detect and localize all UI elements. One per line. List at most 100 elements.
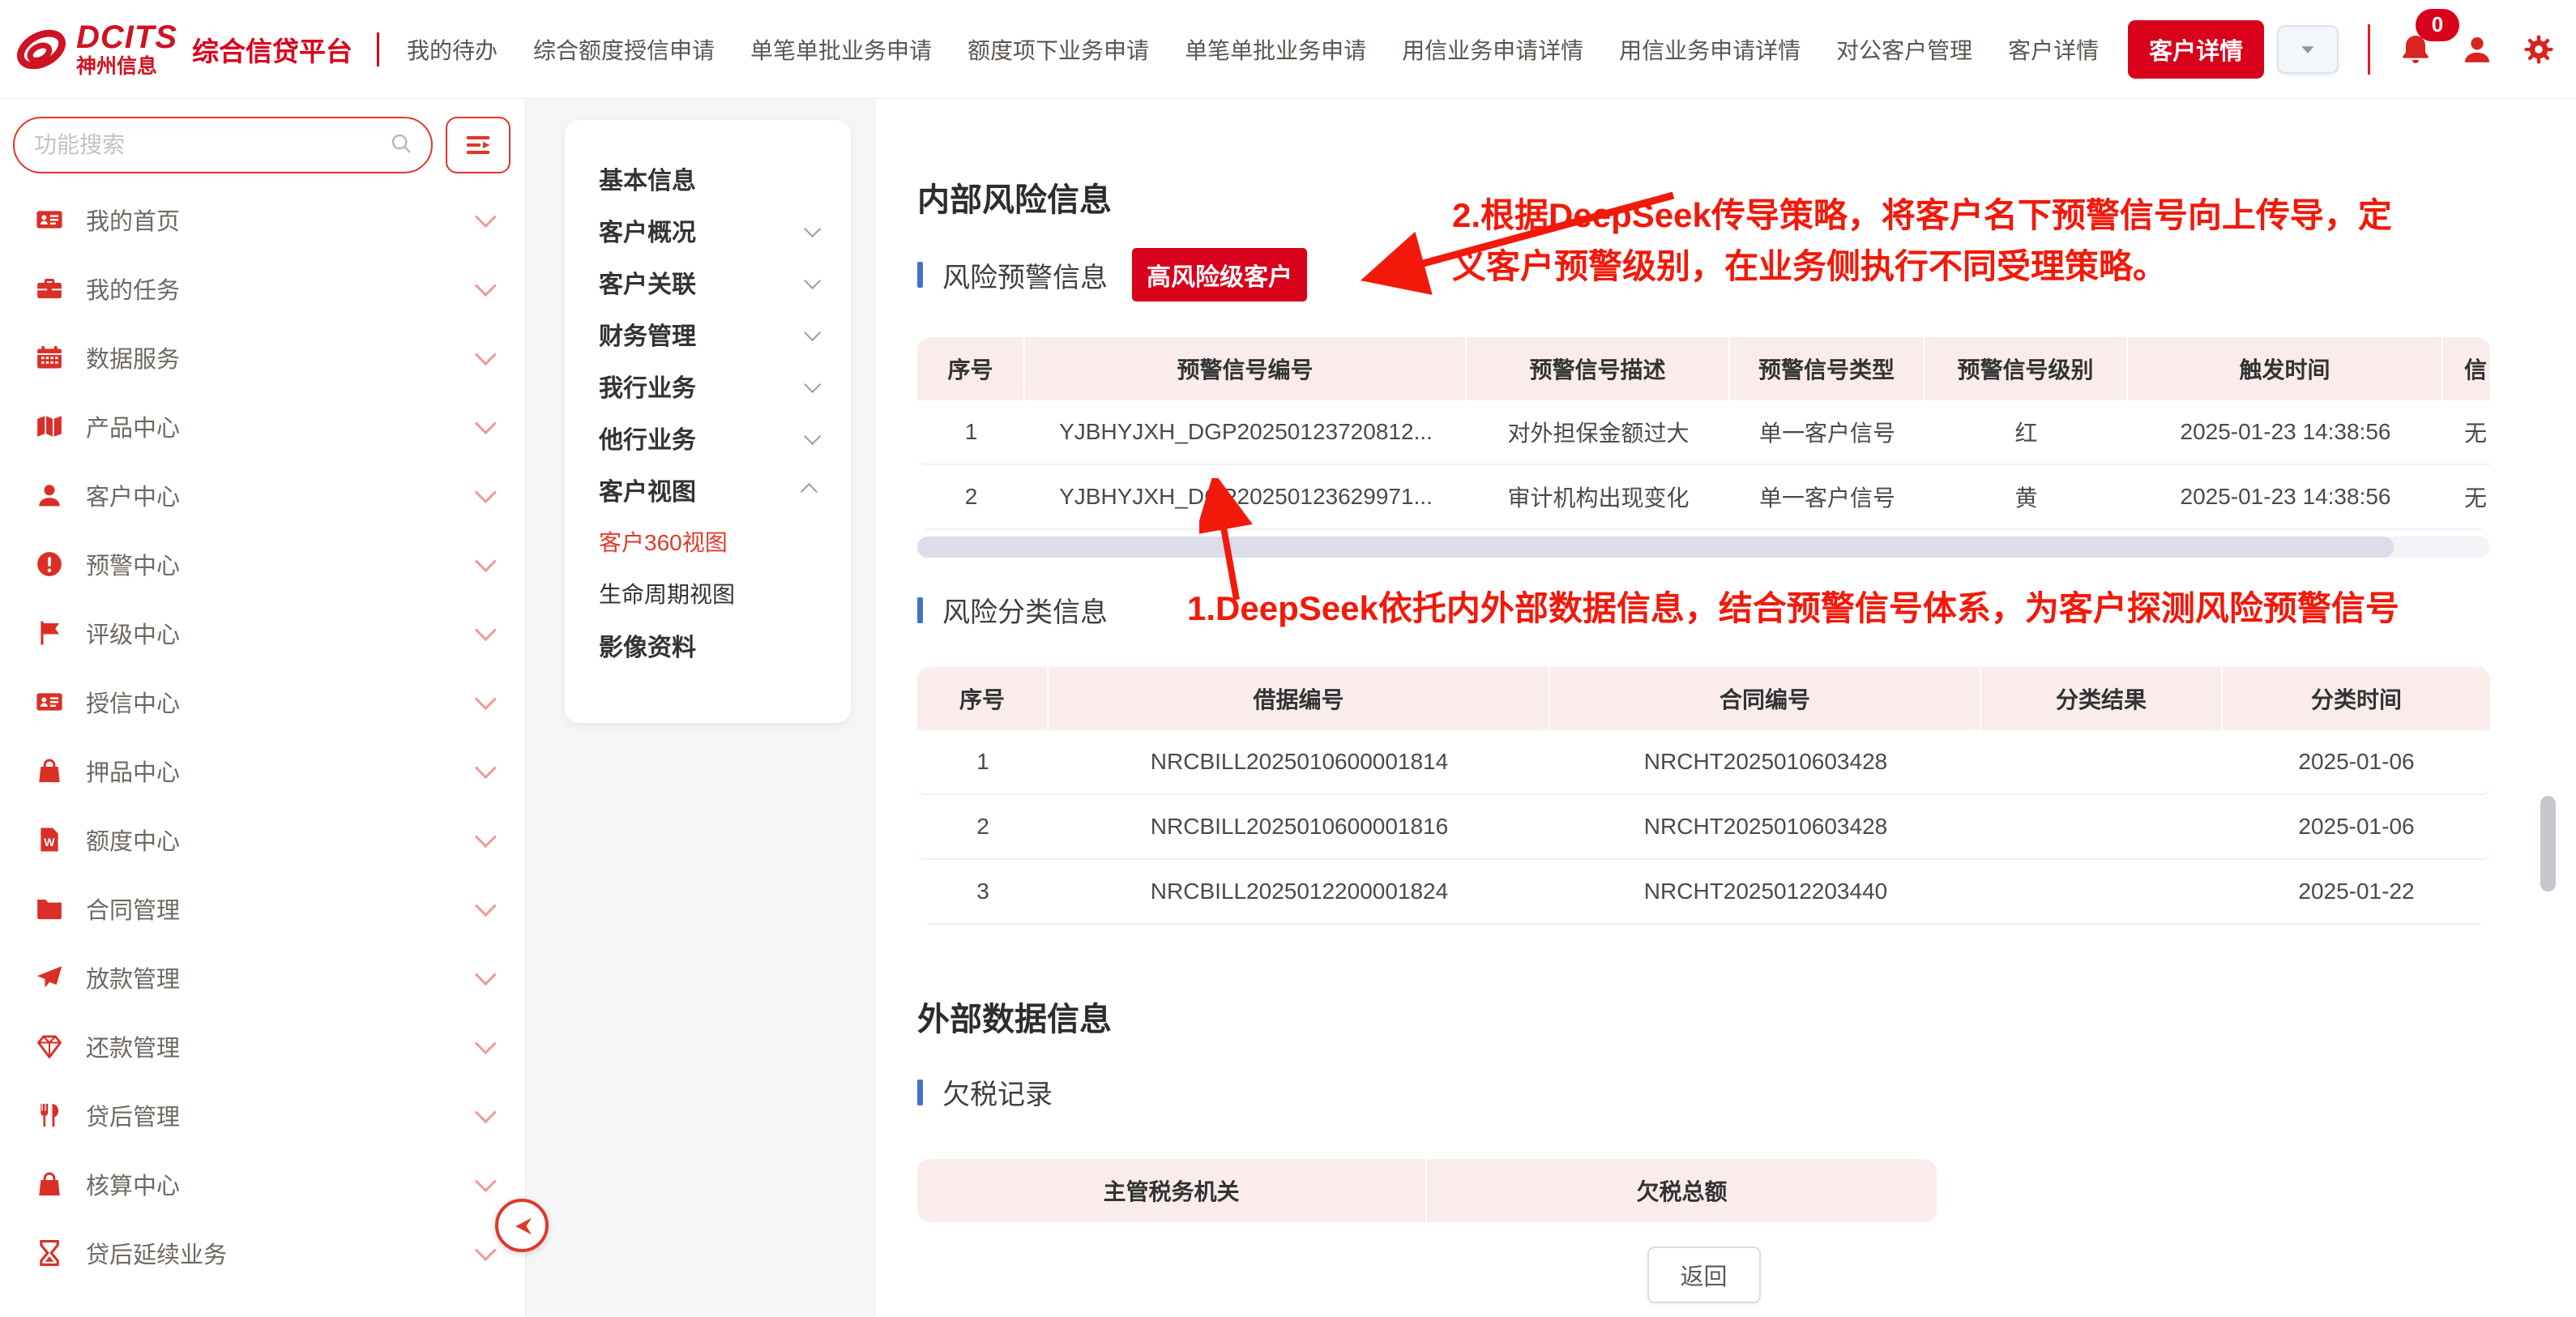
gear-icon[interactable] <box>2523 33 2555 66</box>
submenu-item[interactable]: 生命周期视图 <box>599 567 817 619</box>
nav-tab[interactable]: 用信业务申请详情 <box>1402 33 1583 66</box>
sidebar-item[interactable]: 放款管理 <box>0 943 525 1011</box>
sidebar-item-label: 合同管理 <box>86 892 180 926</box>
table-cell: 2025-01-23 14:38:56 <box>2128 400 2443 464</box>
header-controls: 0 <box>2277 24 2576 75</box>
nav-tab[interactable]: 客户详情 <box>2008 33 2099 66</box>
nav-tab[interactable]: 我的待办 <box>407 33 498 66</box>
sidebar-item-label: 贷后管理 <box>86 1098 180 1132</box>
sidebar-item-label: 贷后延续业务 <box>86 1236 227 1270</box>
chevron-down-icon <box>475 826 497 848</box>
table-header-row: 序号借据编号合同编号分类结果分类时间 <box>917 667 2490 730</box>
flag-icon <box>36 619 63 647</box>
back-button[interactable]: 返回 <box>1647 1246 1761 1303</box>
doc-w-icon: W <box>36 826 63 853</box>
panel-collapse-button[interactable] <box>495 1199 549 1252</box>
submenu-item-label: 影像资料 <box>599 627 696 663</box>
nav-tab[interactable]: 单笔单批业务申请 <box>750 33 932 66</box>
table-row: 1NRCBILL2025010600001814NRCHT20250106034… <box>917 730 2490 795</box>
sidebar-item[interactable]: 还款管理 <box>0 1011 525 1080</box>
table-cell: 单一客户信号 <box>1730 465 1925 528</box>
sidebar-item[interactable]: 产品中心 <box>0 391 525 460</box>
table-cell: 2 <box>917 465 1025 528</box>
main-content: 内部风险信息 风险预警信息 高风险级客户 序号预警信号编号预警信号描述预警信号类… <box>875 99 2576 1317</box>
nav-tab[interactable]: 额度项下业务申请 <box>968 33 1149 66</box>
sidebar-item-label: 评级中心 <box>86 616 180 650</box>
chevron-down-icon <box>475 550 497 572</box>
sidebar-item[interactable]: 授信中心 <box>0 667 525 736</box>
table-cell: 2 <box>917 795 1049 858</box>
active-tab-button[interactable]: 客户详情 <box>2128 20 2264 79</box>
submenu-item[interactable]: 客户概况 <box>599 204 817 256</box>
header-cell: 信 <box>2443 337 2490 400</box>
table-cell: YJBHYJXH_DGP20250123720812... <box>1025 400 1467 464</box>
submenu-item[interactable]: 基本信息 <box>599 152 817 204</box>
sidebar-item[interactable]: 合同管理 <box>0 874 525 943</box>
dcits-swirl-logo-icon <box>15 23 68 76</box>
header-cell: 序号 <box>917 667 1049 730</box>
table-cell: 1 <box>917 400 1025 464</box>
nav-tab[interactable]: 单笔单批业务申请 <box>1185 33 1366 66</box>
submenu-item[interactable]: 客户视图 <box>599 464 817 515</box>
header-cell: 预警信号描述 <box>1467 337 1730 400</box>
submenu-item[interactable]: 客户360视图 <box>599 515 817 567</box>
external-data-title: 外部数据信息 <box>917 925 2490 1040</box>
annotation-arrow-to-row <box>1199 478 1256 608</box>
table-cell: NRCBILL2025010600001816 <box>1049 795 1550 858</box>
table-header-row: 主管税务机关欠税总额 <box>917 1159 1937 1222</box>
submenu-item[interactable]: 影像资料 <box>599 619 817 671</box>
sidebar-item-label: 客户中心 <box>86 478 180 512</box>
header-cell: 触发时间 <box>2128 337 2443 400</box>
submenu-item-label: 客户关联 <box>599 264 696 300</box>
sidebar-item[interactable]: 数据服务 <box>0 323 525 391</box>
submenu-item[interactable]: 客户关联 <box>599 256 817 308</box>
sidebar-item[interactable]: 客户中心 <box>0 460 525 529</box>
user-icon[interactable] <box>2461 33 2493 66</box>
header-cell: 主管税务机关 <box>917 1159 1427 1222</box>
search-icon <box>389 131 413 160</box>
sidebar-item-label: 产品中心 <box>86 409 180 443</box>
sidebar-item[interactable]: W 额度中心 <box>0 805 525 874</box>
table-row: 2YJBHYJXH_DGP20250123629971...审计机构出现变化单一… <box>917 465 2490 530</box>
page-vertical-scrollbar-thumb[interactable] <box>2540 796 2556 892</box>
sidebar-item[interactable]: 押品中心 <box>0 736 525 805</box>
sidebar-menu: 我的首页 我的任务 数据服务 产品中心 客户中心 预警中心 <box>0 185 525 1287</box>
submenu-item[interactable]: 他行业务 <box>599 412 817 464</box>
sidebar-item[interactable]: 核算中心 <box>0 1149 525 1218</box>
collapse-arrow-icon <box>508 1212 536 1239</box>
table-row: 3NRCBILL2025012200001824NRCHT20250122034… <box>917 860 2490 925</box>
menu-collapse-button[interactable] <box>446 117 511 173</box>
notifications-bell-icon[interactable]: 0 <box>2399 33 2432 66</box>
table-cell: 3 <box>917 860 1049 923</box>
header-cell: 预警信号编号 <box>1025 337 1467 400</box>
header-cell: 分类时间 <box>2223 667 2490 730</box>
chevron-down-icon <box>475 206 497 228</box>
submenu-item[interactable]: 我行业务 <box>599 360 817 412</box>
sidebar-item[interactable]: 预警中心 <box>0 529 525 598</box>
sidebar-item[interactable]: 我的任务 <box>0 254 525 323</box>
sidebar-item-label: 数据服务 <box>86 340 180 374</box>
table-row: 1YJBHYJXH_DGP20250123720812...对外担保金额过大单一… <box>917 400 2490 465</box>
menu-arrow-icon <box>463 130 493 160</box>
chevron-down-icon <box>475 413 497 434</box>
search-input[interactable] <box>32 131 389 159</box>
nav-tab[interactable]: 用信业务申请详情 <box>1619 33 1801 66</box>
chevron-down-icon <box>804 427 821 444</box>
nav-tab[interactable]: 综合额度授信申请 <box>533 33 715 66</box>
tab-overflow-dropdown[interactable] <box>2277 25 2339 74</box>
platform-title: 综合信贷平台 <box>192 30 352 69</box>
sidebar-item[interactable]: 评级中心 <box>0 598 525 667</box>
horizontal-scrollbar-thumb[interactable] <box>917 537 2394 558</box>
submenu-item[interactable]: 财务管理 <box>599 308 817 360</box>
nav-tab[interactable]: 对公客户管理 <box>1836 33 1972 66</box>
table-row: 2NRCBILL2025010600001816NRCHT20250106034… <box>917 795 2490 860</box>
sidebar-item[interactable]: 我的首页 <box>0 185 525 254</box>
header-cell: 序号 <box>917 337 1025 400</box>
top-header: DCITS 神州信息 综合信贷平台 我的待办 综合额度授信申请 单笔单批业务申请 额度… <box>0 0 2576 99</box>
logo: DCITS 神州信息 综合信贷平台 <box>0 21 407 77</box>
sidebar-item-label: 预警中心 <box>86 547 180 581</box>
utensils-icon <box>36 1101 63 1129</box>
sidebar-item[interactable]: 贷后延续业务 <box>0 1218 525 1287</box>
sidebar-item[interactable]: 贷后管理 <box>0 1080 525 1149</box>
table-cell: 无 <box>2443 400 2490 464</box>
